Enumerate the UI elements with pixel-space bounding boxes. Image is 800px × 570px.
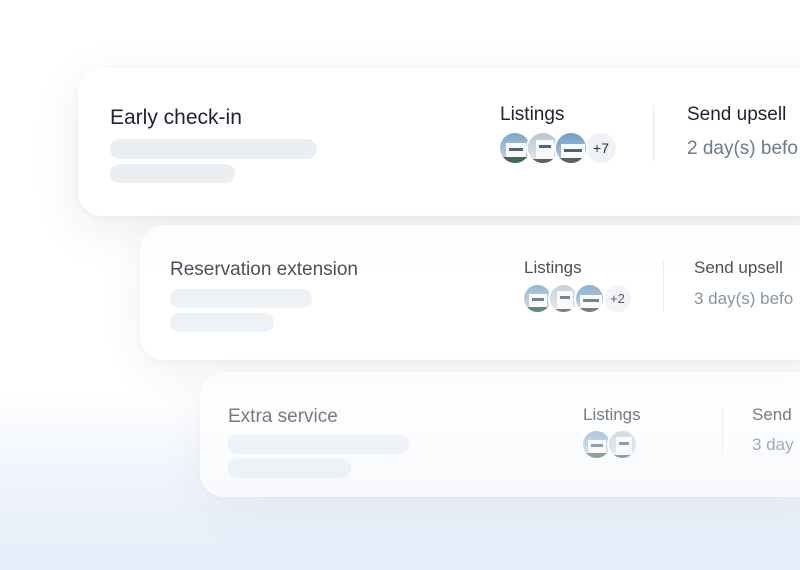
send-upsell-value: 3 day [752,435,794,454]
rule-title: Reservation extension [170,259,358,280]
send-upsell-label: Send [752,405,792,424]
send-upsell-label: Send upsell [694,258,783,277]
listing-thumbnail [554,131,588,165]
column-divider [653,106,654,161]
more-listings-badge[interactable]: +2 [602,283,633,314]
rule-title: Early check-in [110,106,242,129]
listings-label: Listings [524,258,582,277]
send-upsell-label: Send upsell [687,104,787,125]
skeleton-line [228,435,409,454]
listing-thumbnail [607,429,638,460]
upsell-rule-card-early-check-in[interactable]: Early check-in Listings +7 Send upsell 2… [78,68,800,216]
skeleton-line [110,164,235,183]
listing-thumbnail [574,283,605,314]
listings-avatars[interactable]: +2 [522,283,633,314]
column-divider [663,261,664,311]
skeleton-line [170,313,274,332]
upsell-rule-card-reservation-extension[interactable]: Reservation extension Listings +2 Send u… [140,225,800,360]
skeleton-line [170,289,312,308]
skeleton-line [110,139,317,159]
listings-label: Listings [583,405,641,424]
send-upsell-value: 2 day(s) befo [687,138,798,159]
listings-avatars[interactable] [581,429,638,460]
send-upsell-value: 3 day(s) befo [694,289,794,308]
more-listings-badge[interactable]: +7 [584,131,618,165]
listings-avatars[interactable]: +7 [498,131,618,165]
rule-title: Extra service [228,406,338,427]
listings-label: Listings [500,104,565,125]
column-divider [722,406,723,454]
upsell-rule-card-extra-service[interactable]: Extra service Listings Send 3 day [200,372,800,497]
skeleton-line [228,459,351,478]
